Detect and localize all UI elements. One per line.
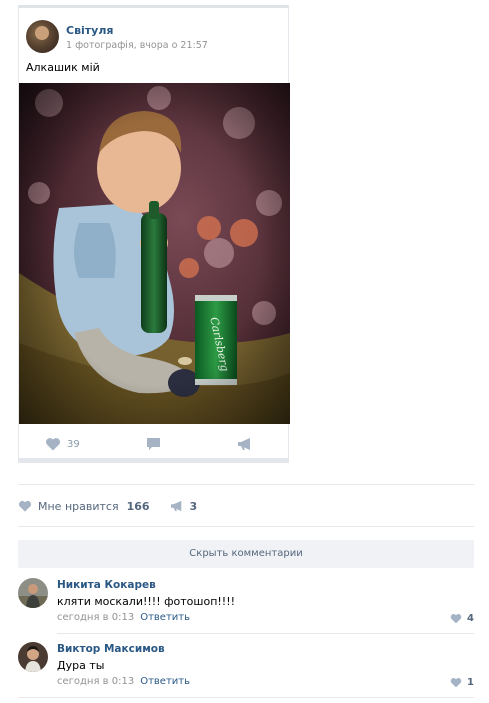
avatar-image: [18, 578, 48, 608]
heart-icon: [450, 678, 462, 688]
commenter-avatar[interactable]: [18, 578, 48, 608]
divider: [18, 484, 474, 485]
post-author[interactable]: Світуля: [66, 24, 113, 37]
like-count[interactable]: 166: [127, 500, 150, 513]
photo-image: Carlsberg: [19, 83, 290, 424]
comment-item: Виктор Максимов Дура ты сегодня в 0:13 От…: [18, 642, 474, 692]
comment-text: Дура ты: [57, 659, 105, 672]
card-share-button[interactable]: [237, 437, 253, 451]
divider: [18, 526, 474, 527]
like-label[interactable]: Мне нравится: [38, 500, 119, 513]
card-like-button[interactable]: 39: [45, 437, 80, 451]
reply-link[interactable]: Ответить: [140, 676, 190, 687]
avatar-image: [18, 642, 48, 672]
heart-icon: [450, 614, 462, 624]
card-comment-button[interactable]: [146, 437, 161, 451]
reply-link[interactable]: Ответить: [140, 612, 190, 623]
comment-author[interactable]: Виктор Максимов: [57, 643, 165, 655]
divider: [57, 633, 474, 634]
megaphone-icon: [170, 500, 181, 512]
card-bottom-bar: [18, 458, 289, 463]
comment-time[interactable]: сегодня в 0:13: [57, 612, 134, 623]
post-meta[interactable]: 1 фотографія, вчора о 21:57: [66, 40, 208, 51]
comment-author[interactable]: Никита Кокарев: [57, 579, 156, 591]
comment-like-count: 4: [467, 613, 474, 624]
divider: [18, 697, 474, 698]
comment-like-button[interactable]: 1: [450, 677, 474, 688]
post-text: Алкашик мій: [26, 61, 100, 74]
comment-meta: сегодня в 0:13 Ответить: [57, 612, 190, 623]
comment-icon: [147, 438, 160, 450]
comment-text: кляти москали!!!! фотошоп!!!!: [57, 595, 236, 608]
heart-icon: [45, 438, 61, 451]
comment-like-button[interactable]: 4: [450, 613, 474, 624]
hide-comments-button[interactable]: Скрыть комментарии: [18, 540, 474, 568]
comment-time[interactable]: сегодня в 0:13: [57, 676, 134, 687]
post-card: Світуля 1 фотографія, вчора о 21:57 Алка…: [18, 5, 290, 463]
author-avatar[interactable]: [26, 20, 59, 53]
post-stats: Мне нравится 166 3: [18, 497, 197, 515]
post-photo[interactable]: Carlsberg: [19, 83, 290, 424]
comment-like-count: 1: [467, 677, 474, 688]
heart-icon: [18, 500, 32, 512]
comment-meta: сегодня в 0:13 Ответить: [57, 676, 190, 687]
share-button[interactable]: 3: [170, 499, 198, 513]
share-count: 3: [189, 499, 198, 513]
card-like-count: 39: [67, 438, 80, 450]
commenter-avatar[interactable]: [18, 642, 48, 672]
comment-item: Никита Кокарев кляти москали!!!! фотошоп…: [18, 578, 474, 628]
card-actions: 39: [19, 433, 290, 457]
megaphone-icon: [238, 438, 250, 450]
